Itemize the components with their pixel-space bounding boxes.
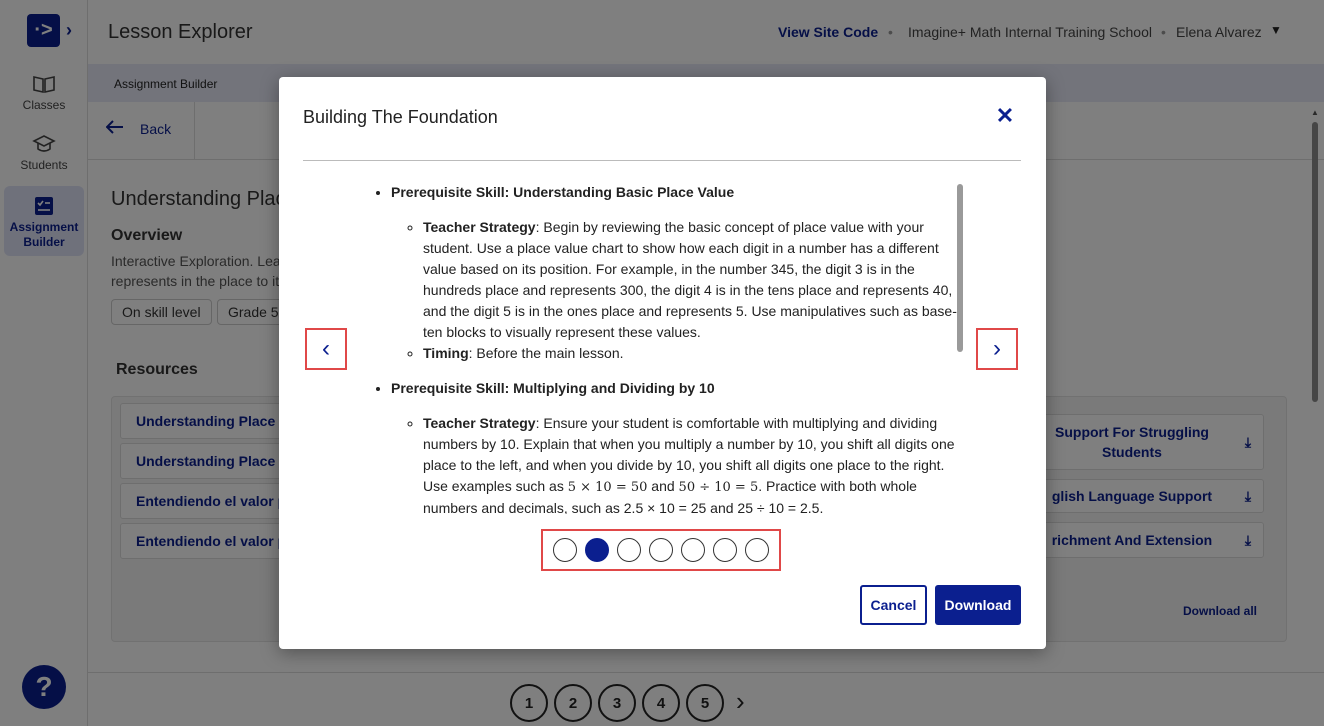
- skill-heading: Prerequisite Skill: Understanding Basic …: [391, 184, 735, 200]
- next-slide-button[interactable]: ›: [976, 328, 1018, 370]
- strategy-item: Teacher Strategy: Ensure your student is…: [423, 413, 963, 514]
- slide-dot-4[interactable]: [649, 538, 673, 562]
- skill-section: Prerequisite Skill: Multiplying and Divi…: [391, 378, 963, 514]
- strategy-label: Teacher Strategy: [423, 415, 536, 431]
- timing-label: Timing: [423, 345, 469, 361]
- slide-dot-7[interactable]: [745, 538, 769, 562]
- slide-content: Prerequisite Skill: Understanding Basic …: [363, 182, 963, 514]
- slide-dot-1[interactable]: [553, 538, 577, 562]
- download-button[interactable]: Download: [935, 585, 1021, 625]
- math-expression: 5 × 10 = 50: [567, 480, 648, 495]
- timing-text: : Before the main lesson.: [468, 345, 624, 361]
- divider: [303, 160, 1021, 161]
- skill-heading: Prerequisite Skill: Multiplying and Divi…: [391, 380, 715, 396]
- close-icon[interactable]: ✕: [994, 105, 1016, 127]
- strategy-item: Teacher Strategy: Begin by reviewing the…: [423, 217, 963, 343]
- strategy-label: Teacher Strategy: [423, 219, 536, 235]
- slide-dot-5[interactable]: [681, 538, 705, 562]
- resource-preview-modal: Building The Foundation ✕ ‹ › Prerequisi…: [279, 77, 1046, 649]
- math-expression: 50 ÷ 10 = 5: [678, 480, 759, 495]
- strategy-text: and: [647, 478, 679, 494]
- content-scrollbar[interactable]: [957, 184, 963, 352]
- slide-indicator: [541, 529, 781, 571]
- strategy-text: : Begin by reviewing the basic concept o…: [423, 219, 957, 340]
- chevron-left-icon: ‹: [322, 335, 330, 362]
- modal-title: Building The Foundation: [303, 107, 498, 127]
- slide-dot-3[interactable]: [617, 538, 641, 562]
- slide-dot-2[interactable]: [585, 538, 609, 562]
- previous-slide-button[interactable]: ‹: [305, 328, 347, 370]
- timing-item: Timing: Before the main lesson.: [423, 343, 963, 364]
- skill-section: Prerequisite Skill: Understanding Basic …: [391, 182, 963, 364]
- cancel-button[interactable]: Cancel: [860, 585, 927, 625]
- slide-dot-6[interactable]: [713, 538, 737, 562]
- chevron-right-icon: ›: [993, 335, 1001, 362]
